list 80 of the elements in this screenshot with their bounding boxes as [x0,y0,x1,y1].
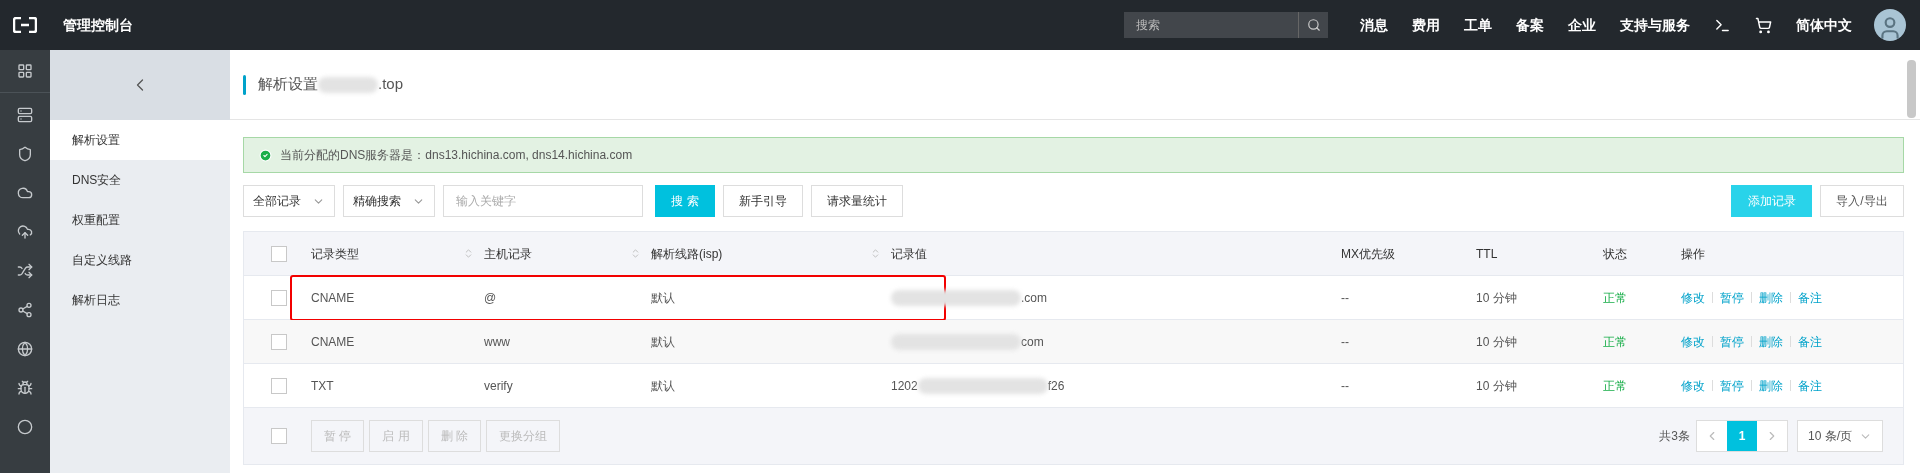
search-icon [1306,18,1321,32]
value-text: .com [1021,289,1047,307]
bug-icon[interactable] [17,380,33,396]
avatar[interactable] [1874,9,1906,41]
sidebar-item[interactable]: 自定义线路 [50,240,230,280]
value-text: com [1021,333,1044,351]
status-text: 正常 [1603,334,1627,349]
column-header: 状态 [1603,245,1627,263]
table-cell: 默认 [651,290,675,305]
sidebar-item[interactable]: DNS安全 [50,160,230,200]
status-text: 正常 [1603,290,1627,305]
table-cell: 默认 [651,378,675,393]
table-cell: verify [484,378,513,393]
column-header: 记录值 [891,245,927,263]
cloud-icon[interactable] [17,185,33,201]
nav-link[interactable]: 支持与服务 [1620,14,1690,36]
table-cell: -- [1341,290,1349,305]
sidebar-item[interactable]: 解析日志 [50,280,230,320]
total-count: 共3条 [1659,428,1690,445]
table-cell: -- [1341,378,1349,393]
table-cell: CNAME [311,290,355,305]
column-header: 操作 [1681,245,1705,263]
nav-link[interactable]: 消息 [1360,14,1388,36]
table-cell: @ [484,290,497,305]
sidebar-item[interactable]: 权重配置 [50,200,230,240]
server-icon[interactable] [17,107,33,123]
checkbox[interactable] [270,245,287,262]
shuffle-icon[interactable] [17,263,33,279]
console-title[interactable]: 管理控制台 [63,14,133,36]
search-type-dropdown[interactable]: 精确搜索 [343,185,435,217]
table-cell: 默认 [651,334,675,349]
cart-icon[interactable] [1755,16,1772,34]
column-header: MX优先级 [1341,245,1395,263]
table-cell: www [484,334,510,349]
column-header: 主机记录 [484,245,532,263]
import-export-button[interactable]: 导入/导出 [1820,185,1904,217]
search-field[interactable]: 搜索 [1124,12,1299,38]
status-text: 正常 [1603,378,1627,393]
blurred-redaction [318,76,378,93]
value-text: f26 [1047,377,1065,395]
value-text: 1202 [891,377,918,395]
column-header: 解析线路(isp) [651,245,723,263]
language-link[interactable]: 简体中文 [1796,14,1852,36]
search-button[interactable] [1299,12,1328,38]
table-cell: TXT [311,378,334,393]
check-circle-icon [259,148,272,162]
checkbox[interactable] [270,377,287,394]
page-size-dropdown[interactable]: 10 条/页 [1797,420,1883,452]
toolbar-button[interactable]: 请求量统计 [811,185,903,217]
table-cell: 10 分钟 [1476,378,1517,393]
table-cell: 10 分钟 [1476,290,1517,305]
table-cell: 10 分钟 [1476,334,1517,349]
header-accent [243,74,246,95]
nav-link[interactable]: 企业 [1568,14,1596,36]
table-row[interactable]: CNAME @ 默认 .com -- 10 分钟 正常 修改 暂停 删除 备注 [244,276,1903,320]
nav-link[interactable]: 备案 [1516,14,1544,36]
alert-text: 当前分配的DNS服务器是：dns13.hichina.com, dns14.hichina.com [280,147,633,164]
grid-icon[interactable] [17,63,33,79]
checkbox[interactable] [270,333,287,350]
table-cell: -- [1341,334,1349,349]
nav-link[interactable]: 工单 [1464,14,1492,36]
toolbar-button[interactable]: 新手引导 [723,185,803,217]
checkbox[interactable] [270,428,287,444]
table-cell: CNAME [311,334,355,349]
shield-icon[interactable] [17,146,33,162]
circle-icon[interactable] [17,419,33,435]
cloud-upload-icon[interactable] [17,224,33,240]
share-icon[interactable] [17,302,33,318]
column-header: TTL [1476,245,1498,263]
value-text: .top [378,74,404,95]
keyword-field[interactable]: 输入关键字 [443,185,643,217]
nav-link[interactable]: 费用 [1412,14,1440,36]
checkbox[interactable] [270,289,287,306]
globe-icon[interactable] [17,341,33,357]
sidebar-item[interactable]: 解析设置 [50,120,230,160]
column-header: 记录类型 [311,245,359,263]
record-filter-dropdown[interactable]: 全部记录 [243,185,335,217]
value-text: 解析设置 [258,74,318,95]
table-row[interactable]: CNAME www 默认 com -- 10 分钟 正常 修改 暂停 删除 备注 [244,320,1903,364]
scrollbar-thumb[interactable] [1907,60,1916,118]
